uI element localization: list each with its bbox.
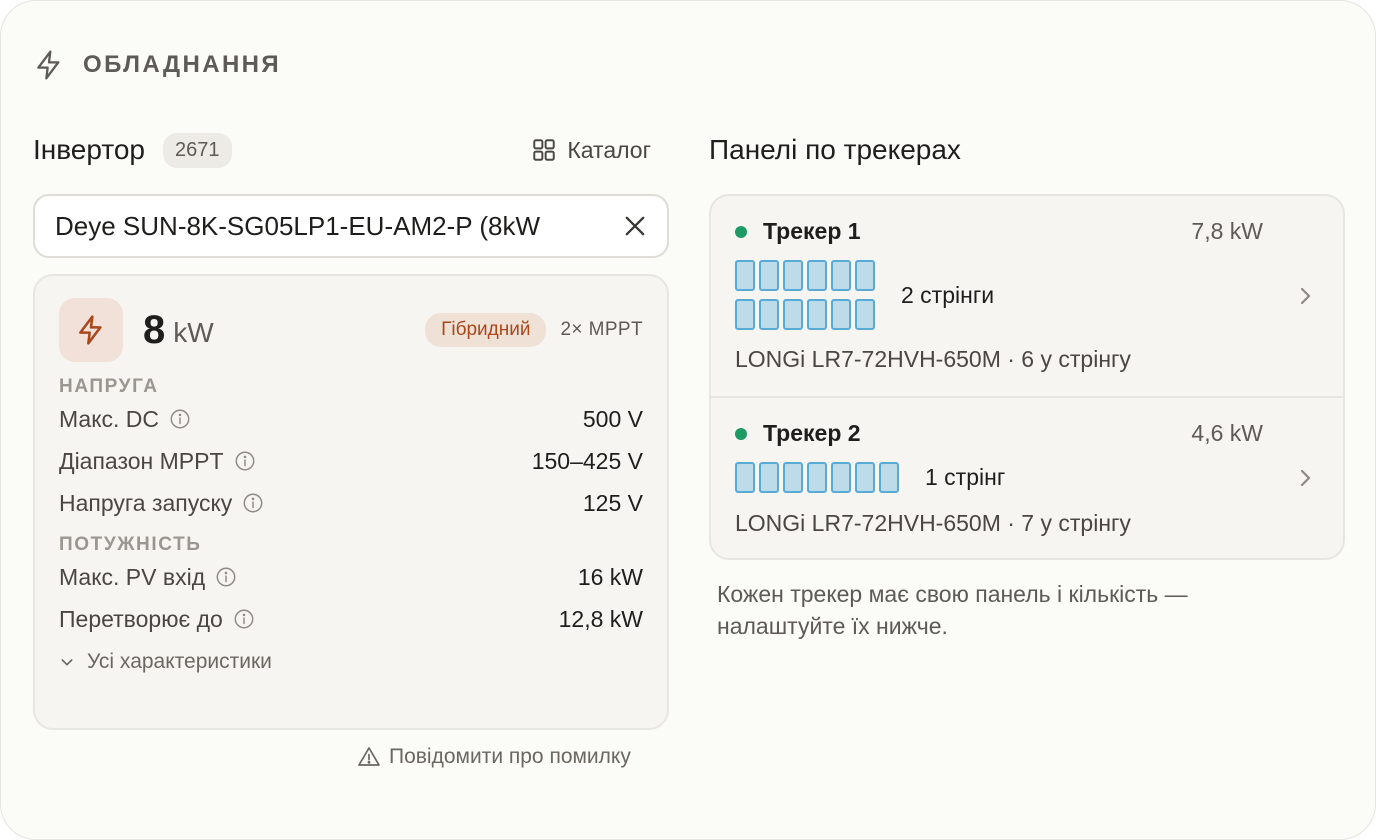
inverter-title: Інвертор <box>33 134 145 165</box>
info-icon[interactable] <box>234 450 256 472</box>
spec-row-mppt-range: Діапазон MPPT 150–425 V <box>59 440 643 482</box>
spec-row-converts-to: Перетворює до 12,8 kW <box>59 598 643 640</box>
solar-panel-icon <box>759 260 779 291</box>
spec-value: 125 V <box>582 489 643 516</box>
report-error-link[interactable]: Повідомити про помилку <box>357 745 631 769</box>
tracker-power: 4,6 kW <box>1191 420 1263 446</box>
all-specs-toggle[interactable]: Усі характеристики <box>59 650 643 674</box>
tracker-item-2[interactable]: Трекер 2 4,6 kW 1 стрінг LONGi LR7-72HVH… <box>711 398 1343 558</box>
panel-string <box>735 299 875 330</box>
spec-value: 150–425 V <box>531 447 643 474</box>
inverter-column: Інвертор 2671 Каталог 8 kW Гібридний 2× … <box>33 125 669 730</box>
solar-panel-icon <box>831 260 851 291</box>
spec-row-max-pv: Макс. PV вхід 16 kW <box>59 556 643 598</box>
spec-summary: 8 kW Гібридний 2× MPPT <box>59 298 643 362</box>
tracker-strings-label: 2 стрінги <box>901 282 995 308</box>
status-dot <box>735 427 747 440</box>
lightning-icon <box>37 50 60 80</box>
inverter-header: Інвертор 2671 Каталог <box>33 125 669 175</box>
chevron-down-icon <box>61 659 73 666</box>
close-icon[interactable] <box>621 212 649 240</box>
lightning-icon <box>79 315 102 345</box>
tracker-item-1[interactable]: Трекер 1 7,8 kW 2 стрінги LONGi LR7-72HV… <box>711 196 1343 398</box>
section-header: ОБЛАДНАННЯ <box>33 49 281 81</box>
type-badge: Гібридний <box>425 313 547 347</box>
solar-panel-icon <box>855 299 875 330</box>
solar-panel-icon <box>831 299 851 330</box>
info-icon[interactable] <box>215 566 237 588</box>
solar-panel-icon <box>807 299 827 330</box>
spec-label: Перетворює до <box>59 605 223 632</box>
spec-label: Макс. DC <box>59 405 160 432</box>
solar-panel-icon <box>807 462 827 493</box>
mppt-count: 2× MPPT <box>560 319 643 340</box>
power-icon-tile <box>59 298 123 362</box>
spec-label: Напруга запуску <box>59 489 233 516</box>
solar-panel-icon <box>759 299 779 330</box>
tracker-strings-label: 1 стрінг <box>925 464 1006 490</box>
catalog-button[interactable]: Каталог <box>531 137 651 164</box>
voltage-group-label: НАПРУГА <box>59 376 159 397</box>
solar-panel-icon <box>759 462 779 493</box>
solar-panel-icon <box>735 299 755 330</box>
power-unit: kW <box>173 317 214 348</box>
panel-string <box>735 260 875 291</box>
inverter-count-badge: 2671 <box>163 132 232 168</box>
inverter-search-input[interactable] <box>55 210 621 242</box>
chevron-right-icon <box>1300 469 1311 487</box>
info-icon[interactable] <box>242 492 264 514</box>
inverter-spec-card: 8 kW Гібридний 2× MPPT НАПРУГА Макс. DC … <box>33 274 669 730</box>
tracker-list: Трекер 1 7,8 kW 2 стрінги LONGi LR7-72HV… <box>709 194 1345 560</box>
equipment-card: ОБЛАДНАННЯ Інвертор 2671 Каталог 8 kW Гі… <box>0 0 1376 840</box>
solar-panel-icon <box>879 462 899 493</box>
power-value: 8 <box>143 307 166 352</box>
solar-panel-icon <box>783 260 803 291</box>
info-icon[interactable] <box>169 408 191 430</box>
catalog-label: Каталог <box>567 136 651 163</box>
panel-string <box>735 462 899 493</box>
tracker-model: LONGi LR7-72HVH-650M · 6 у стрінгу <box>735 346 1131 372</box>
spec-row-max-dc: Макс. DC 500 V <box>59 398 643 440</box>
tracker-power: 7,8 kW <box>1191 218 1263 244</box>
chevron-right-icon <box>1300 287 1311 305</box>
power-group-label: ПОТУЖНІСТЬ <box>59 534 202 555</box>
tracker-name: Трекер 1 <box>763 218 861 244</box>
panels-title: Панелі по трекерах <box>709 134 961 165</box>
info-icon[interactable] <box>233 608 255 630</box>
trackers-note: Кожен трекер має свою панель і кількість… <box>717 581 1188 639</box>
solar-panel-icon <box>783 462 803 493</box>
solar-panel-icon <box>855 462 875 493</box>
solar-panel-icon <box>855 260 875 291</box>
solar-panel-icon <box>735 462 755 493</box>
spec-value: 12,8 kW <box>558 605 643 632</box>
grid-icon <box>533 139 556 161</box>
solar-panel-icon <box>807 260 827 291</box>
spec-label: Діапазон MPPT <box>59 447 224 474</box>
tracker-model: LONGi LR7-72HVH-650M · 7 у стрінгу <box>735 510 1131 536</box>
panel-strings-visual <box>735 260 875 330</box>
warning-icon <box>358 747 380 766</box>
all-specs-label: Усі характеристики <box>87 650 272 673</box>
spec-row-startup-voltage: Напруга запуску 125 V <box>59 482 643 524</box>
status-dot <box>735 225 747 238</box>
tracker-name: Трекер 2 <box>763 420 861 446</box>
spec-value: 500 V <box>582 405 643 432</box>
spec-value: 16 kW <box>577 563 643 590</box>
solar-panel-icon <box>831 462 851 493</box>
solar-panel-icon <box>735 260 755 291</box>
solar-panel-icon <box>783 299 803 330</box>
inverter-search-box <box>33 194 669 258</box>
section-title: ОБЛАДНАННЯ <box>83 51 282 78</box>
report-error-label: Повідомити про помилку <box>389 745 631 768</box>
panel-strings-visual <box>735 462 899 493</box>
panels-column: Панелі по трекерах Трекер 1 7,8 kW 2 стр… <box>709 125 1345 642</box>
spec-label: Макс. PV вхід <box>59 563 206 590</box>
